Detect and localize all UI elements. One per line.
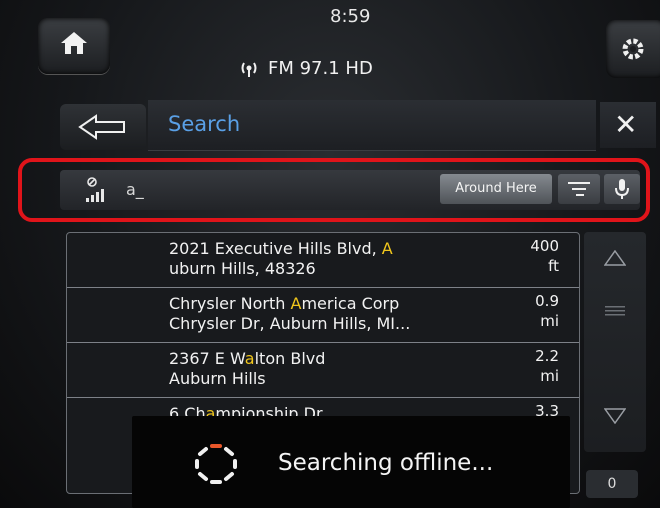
result-distance-unit: mi <box>540 367 559 385</box>
infotainment-screen: 8:59 FM 97.1 HD Search ✕ a_ Around Here … <box>0 0 660 508</box>
scrollbar[interactable] <box>584 232 646 452</box>
page-indicator: 0 <box>586 470 638 498</box>
list-item[interactable]: 2021 Executive Hills Blvd, A uburn Hills… <box>67 233 579 288</box>
home-button[interactable] <box>38 18 110 74</box>
result-distance-unit: ft <box>548 257 559 275</box>
search-header: Search <box>148 100 596 151</box>
result-address-line1: 2367 E Walton Blvd <box>169 349 326 368</box>
scroll-thumb[interactable] <box>592 288 638 334</box>
scroll-up-button[interactable] <box>584 232 646 284</box>
settings-button[interactable] <box>606 20 660 78</box>
result-address-line1: 2021 Executive Hills Blvd, A <box>169 239 393 258</box>
radio-signal-icon <box>241 61 257 77</box>
grip-lines-icon <box>605 306 625 316</box>
close-button[interactable]: ✕ <box>600 102 656 148</box>
search-title: Search <box>168 112 241 136</box>
result-distance: 0.9 <box>535 292 559 310</box>
list-item[interactable]: 2367 E Walton Blvd Auburn Hills 2.2 mi <box>67 343 579 398</box>
result-distance: 2.2 <box>535 347 559 365</box>
list-item[interactable]: Chrysler North America Corp Chrysler Dr,… <box>67 288 579 343</box>
scroll-down-button[interactable] <box>584 396 646 448</box>
station-label: FM 97.1 HD <box>268 58 373 79</box>
result-address-line2: Auburn Hills <box>169 369 266 388</box>
toast-message: Searching offline... <box>278 450 494 476</box>
clock: 8:59 <box>330 6 371 27</box>
close-icon: ✕ <box>614 108 638 141</box>
result-address-line1: Chrysler North America Corp <box>169 294 400 313</box>
result-address-line2: uburn Hills, 48326 <box>169 259 316 278</box>
searching-toast: Searching offline... <box>132 416 570 508</box>
back-button[interactable] <box>60 104 146 150</box>
now-playing-station[interactable]: FM 97.1 HD <box>238 58 373 79</box>
triangle-down-icon <box>604 408 626 424</box>
triangle-up-icon <box>604 250 626 266</box>
result-distance: 400 <box>530 237 559 255</box>
result-distance-unit: mi <box>540 312 559 330</box>
home-icon <box>61 32 87 54</box>
result-address-line2: Chrysler Dr, Auburn Hills, MI... <box>169 314 411 333</box>
search-bar-highlight-outline <box>18 158 650 222</box>
gear-icon <box>622 38 644 60</box>
back-arrow-icon <box>78 114 125 140</box>
loading-spinner-icon <box>195 444 237 484</box>
